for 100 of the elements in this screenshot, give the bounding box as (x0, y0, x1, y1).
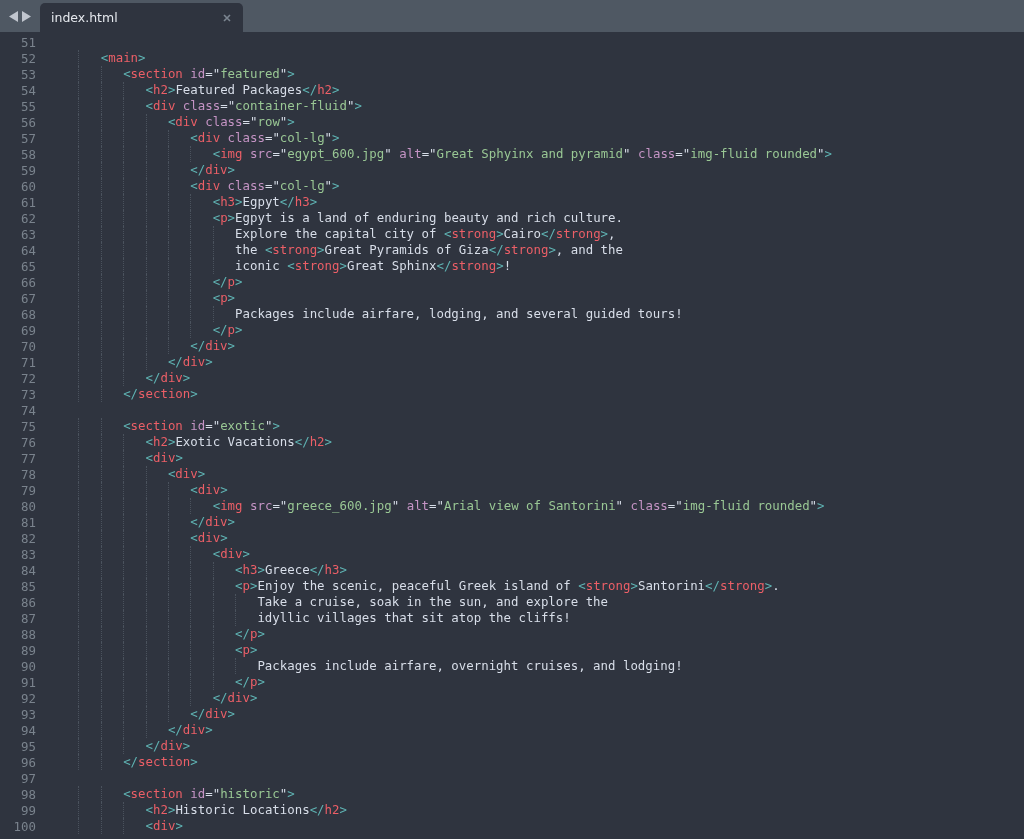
line-number: 62 (20, 210, 36, 226)
code-line: </p> (212, 322, 243, 338)
line-number: 59 (20, 162, 36, 178)
line-number: 65 (20, 258, 36, 274)
code-line: <section id="historic"> (123, 786, 295, 802)
line-number: 92 (20, 690, 36, 706)
code-line: </div> (167, 354, 213, 370)
line-number: 61 (20, 194, 36, 210)
code-line: Take a cruise, soak in the sun, and explore the (257, 594, 609, 610)
back-arrow-icon[interactable] (9, 10, 18, 22)
line-number: 84 (20, 562, 36, 578)
line-number: 85 (20, 578, 36, 594)
line-number: 98 (20, 786, 36, 802)
line-number: 72 (20, 370, 36, 386)
close-icon[interactable] (223, 13, 231, 22)
code-line: <section id="featured"> (123, 66, 295, 82)
code-line: <div class="row"> (167, 114, 295, 130)
line-number: 88 (20, 626, 36, 642)
code-line: <div class="container-fluid"> (145, 98, 362, 114)
code-line: <h3>Egpyt</h3> (212, 194, 318, 210)
line-number: 68 (20, 306, 36, 322)
line-number: 78 (20, 466, 36, 482)
code-line: <main> (100, 50, 146, 66)
code-line: <h3>Greece</h3> (235, 562, 347, 578)
code-line: <h2>Historic Locations</h2> (145, 802, 347, 818)
line-number: 89 (20, 642, 36, 658)
code-line: <section id="exotic"> (123, 418, 280, 434)
line-number: 90 (20, 658, 36, 674)
line-number: 51 (20, 34, 36, 50)
code-line: </p> (235, 626, 265, 642)
code-line: <img src="greece_600.jpg" alt="Arial view of Santorini" class="img-fluid rounded"> (212, 498, 825, 514)
line-number: 69 (20, 322, 36, 338)
code-line: <p>Egpyt is a land of enduring beauty and rich culture. (212, 210, 623, 226)
line-number: 76 (20, 434, 36, 450)
line-number: 93 (20, 706, 36, 722)
code-line: idyllic villages that sit atop the cliffs! (257, 610, 571, 626)
line-number: 56 (20, 114, 36, 130)
line-number: 70 (20, 338, 36, 354)
file-tab[interactable]: index.html (40, 3, 243, 32)
line-number: 75 (20, 418, 36, 434)
code-line: </div> (212, 690, 258, 706)
code-line: </div> (145, 738, 191, 754)
line-number: 96 (20, 754, 36, 770)
code-line: </section> (123, 386, 198, 402)
line-number: 54 (20, 82, 36, 98)
code-line: <img src="egypt_600.jpg" alt="Great Sphyinx and pyramid" class="img-fluid rounded"> (212, 146, 832, 162)
line-number: 99 (20, 802, 36, 818)
line-number: 77 (20, 450, 36, 466)
code-line: Explore the capital city of <strong>Cairo</strong>, (235, 226, 616, 242)
line-number: 97 (20, 770, 36, 786)
code-line: </p> (235, 674, 265, 690)
code-line: <div> (212, 546, 250, 562)
line-number: 67 (20, 290, 36, 306)
code-line: <div> (145, 450, 183, 466)
code-line: </div> (190, 162, 236, 178)
code-line: </div> (167, 722, 213, 738)
line-number: 91 (20, 674, 36, 690)
code-line: <p>Enjoy the scenic, peaceful Greek island of <strong>Santorini</strong>. (235, 578, 780, 594)
line-number: 81 (20, 514, 36, 530)
code-line: <div class="col-lg"> (190, 130, 340, 146)
line-number: 74 (20, 402, 36, 418)
line-number: 100 (12, 818, 36, 834)
line-number: 82 (20, 530, 36, 546)
line-number: 87 (20, 610, 36, 626)
line-number: 57 (20, 130, 36, 146)
line-number: 66 (20, 274, 36, 290)
line-number: 71 (20, 354, 36, 370)
forward-arrow-icon[interactable] (22, 10, 31, 22)
line-number: 73 (20, 386, 36, 402)
line-number: 86 (20, 594, 36, 610)
code-line: <div> (167, 466, 206, 482)
line-number: 95 (20, 738, 36, 754)
code-line: <p> (235, 642, 258, 658)
code-line: </div> (145, 370, 191, 386)
code-line: </p> (212, 274, 243, 290)
line-number: 52 (20, 50, 36, 66)
line-number: 63 (20, 226, 36, 242)
code-line: </section> (123, 754, 198, 770)
line-number: 53 (20, 66, 36, 82)
line-number: 83 (20, 546, 36, 562)
code-line: <div> (190, 482, 228, 498)
code-line: <div> (145, 818, 183, 834)
code-line: <div> (190, 530, 228, 546)
code-line: iconic <strong>Great Sphinx</strong>! (235, 258, 512, 274)
code-line: Packages include airfare, lodging, and several guided tours! (235, 306, 683, 322)
line-number: 58 (20, 146, 36, 162)
line-number: 94 (20, 722, 36, 738)
line-number: 60 (20, 178, 36, 194)
line-number: 80 (20, 498, 36, 514)
code-line: </div> (190, 338, 236, 354)
code-line: Packages include airfare, overnight cruises, and lodging! (257, 658, 683, 674)
code-line: <h2>Featured Packages</h2> (145, 82, 340, 98)
code-line: </div> (190, 706, 236, 722)
code-line: the <strong>Great Pyramids of Giza</strong>, and the (235, 242, 623, 258)
code-line: <div class="col-lg"> (190, 178, 340, 194)
line-number: 55 (20, 98, 36, 114)
code-line: <h2>Exotic Vacations</h2> (145, 434, 333, 450)
line-number: 64 (20, 242, 36, 258)
line-number: 79 (20, 482, 36, 498)
code-line: </div> (190, 514, 236, 530)
